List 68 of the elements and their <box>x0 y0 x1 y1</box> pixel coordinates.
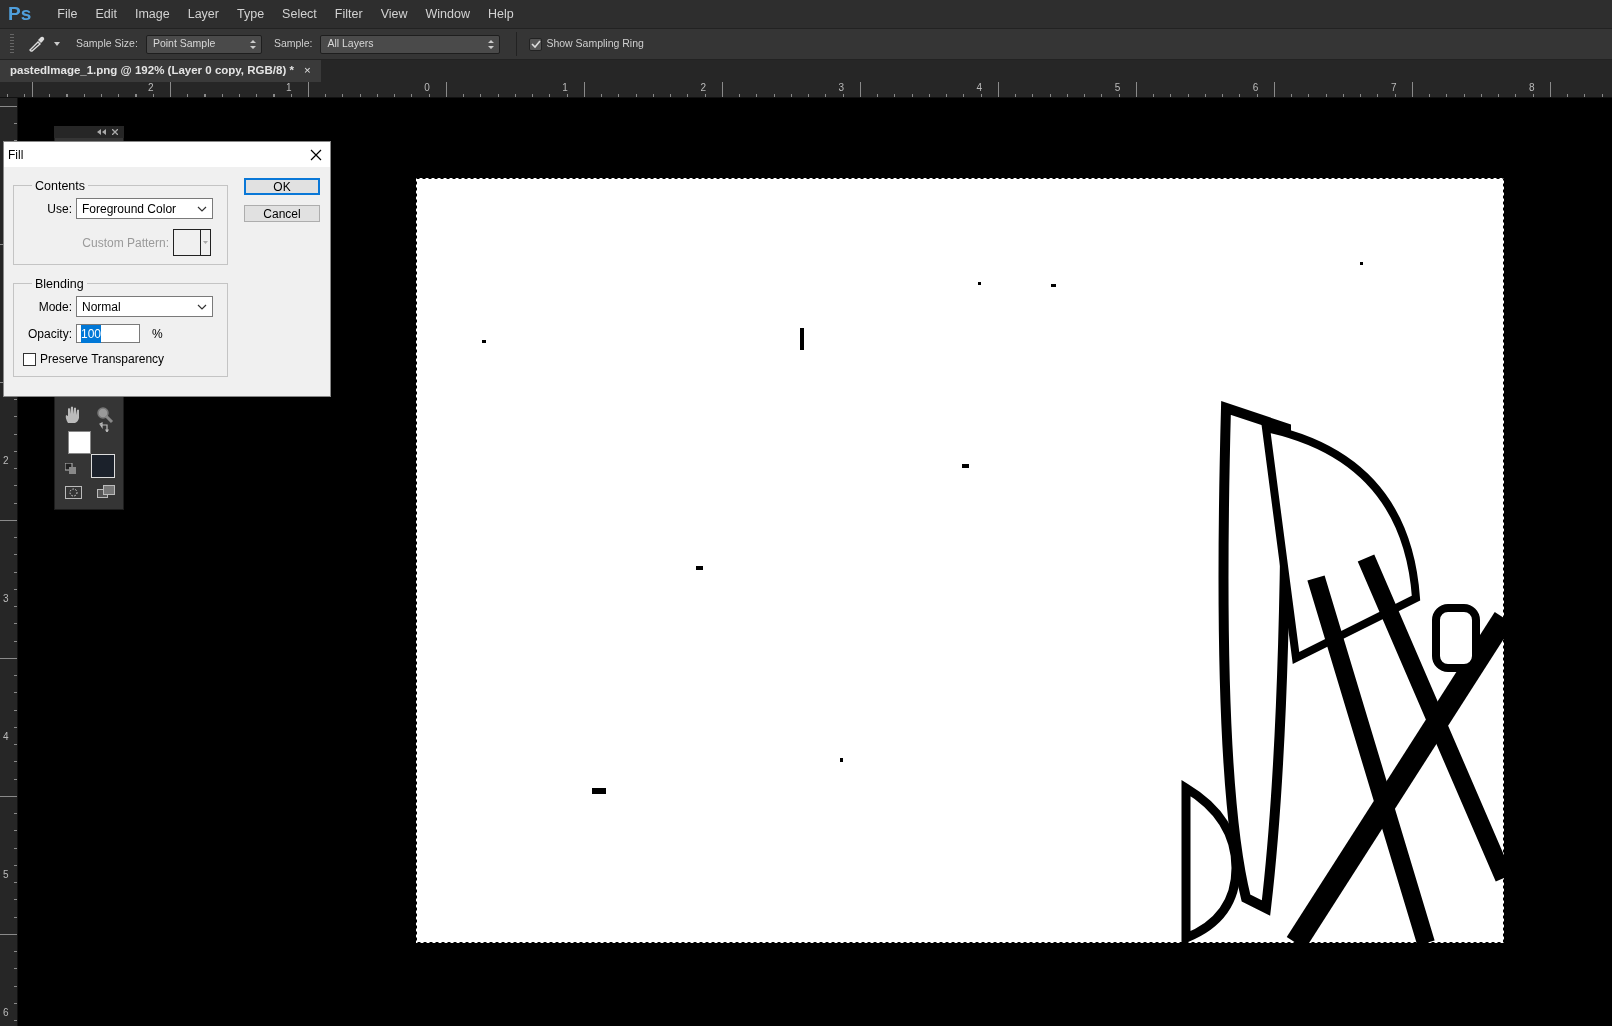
ruler-label: 2 <box>148 83 154 93</box>
menu-item[interactable]: Image <box>125 4 179 24</box>
collapse-icon[interactable] <box>97 129 106 135</box>
ruler-label: 5 <box>3 870 9 881</box>
ruler-label: 7 <box>1390 83 1397 93</box>
menu-item[interactable]: Filter <box>325 4 372 24</box>
menu-item[interactable]: Window <box>416 4 479 24</box>
menu-item[interactable]: Select <box>273 4 326 24</box>
caret-icon[interactable] <box>197 205 207 212</box>
document-tab[interactable]: pastedImage_1.png @ 192% (Layer 0 copy, RGB/8) * × <box>0 60 321 82</box>
pattern-picker <box>173 229 211 256</box>
ruler-label: 2 <box>3 456 9 466</box>
menu-item[interactable]: Type <box>228 4 274 24</box>
default-colors-icon[interactable] <box>65 463 76 474</box>
mode-dropdown[interactable]: Normal <box>76 296 213 317</box>
ruler-label: 0 <box>424 83 430 93</box>
sample-size-dropdown[interactable]: Point Sample <box>145 34 262 54</box>
caret-icon[interactable] <box>197 303 207 310</box>
menu-item[interactable]: Edit <box>86 4 126 24</box>
screen-mode-icon[interactable] <box>97 485 115 499</box>
opacity-field[interactable]: 100 <box>76 324 140 343</box>
updown-icon <box>248 38 257 50</box>
updown-icon <box>487 38 496 50</box>
ruler-label: 6 <box>1252 83 1259 93</box>
app-logo: Ps <box>8 1 32 26</box>
checkbox-label: Preserve Transparency <box>40 351 165 368</box>
field-label: Mode: <box>37 298 72 316</box>
eyedropper-icon[interactable] <box>28 35 46 53</box>
foreground-color-swatch[interactable] <box>68 431 91 454</box>
ruler-label: 4 <box>3 732 9 743</box>
swap-arrows-icon[interactable] <box>99 422 109 432</box>
sampling-ring-checkbox[interactable] <box>529 37 543 51</box>
close-icon[interactable] <box>112 129 118 135</box>
close-icon[interactable] <box>310 148 322 161</box>
use-dropdown[interactable]: Foreground Color <box>76 198 213 219</box>
field-label: Custom Pattern: <box>81 234 169 252</box>
preserve-transparency-checkbox[interactable] <box>23 352 36 366</box>
menu-item[interactable]: View <box>371 4 417 24</box>
tab-title: pastedImage_1.png @ 192% (Layer 0 copy, RGB/8) * <box>10 63 294 79</box>
grip-icon <box>10 34 14 54</box>
ok-button[interactable]: OK <box>244 178 320 195</box>
quick-mask-icon[interactable] <box>65 486 82 499</box>
ruler-label: 5 <box>1114 83 1121 93</box>
zoom-icon[interactable] <box>96 406 114 424</box>
menu-item[interactable]: Layer <box>178 4 228 24</box>
field-label: Use: <box>46 200 72 218</box>
ruler-label: 1 <box>562 83 568 93</box>
menu-item[interactable]: Help <box>478 4 523 24</box>
cancel-button[interactable]: Cancel <box>244 205 320 222</box>
ruler-label: 3 <box>3 594 9 605</box>
tab-close-button[interactable]: × <box>303 62 311 80</box>
checkbox-label: Show Sampling Ring <box>546 36 644 52</box>
option-label: Sample Size: <box>76 36 138 52</box>
unit-label: % <box>152 325 163 343</box>
ruler-label: 1 <box>286 83 292 93</box>
caret-icon[interactable] <box>54 42 60 46</box>
ruler-label: 3 <box>838 83 845 93</box>
hand-icon[interactable] <box>64 406 82 424</box>
ruler-label: 6 <box>3 1008 9 1019</box>
sample-dropdown[interactable]: All Layers <box>320 34 501 54</box>
menu-item[interactable]: File <box>48 4 87 24</box>
option-label: Sample: <box>273 36 313 52</box>
dialog-title: Fill <box>8 146 24 164</box>
ruler-label: 8 <box>1529 83 1535 93</box>
ruler-label: 2 <box>700 83 706 93</box>
background-color-swatch[interactable] <box>91 454 115 478</box>
ruler-label: 4 <box>976 83 983 93</box>
field-label: Opacity: <box>27 325 72 343</box>
